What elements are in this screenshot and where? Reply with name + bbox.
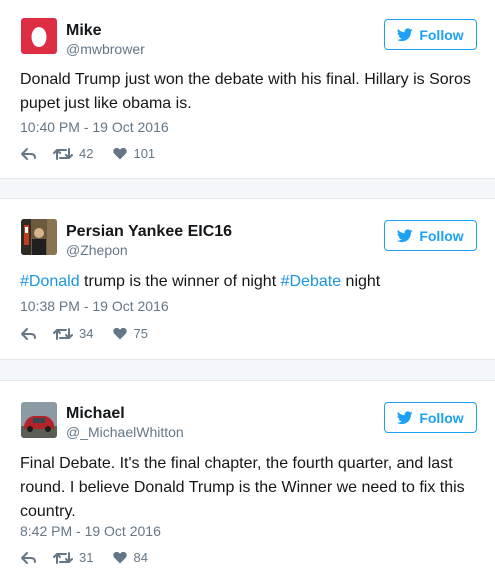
follow-label: Follow	[419, 227, 464, 244]
hashtag-link[interactable]: #Debate	[281, 273, 342, 290]
avatar[interactable]	[21, 219, 57, 255]
twitter-bird-icon	[397, 410, 414, 424]
timestamp[interactable]: 10:38 PM - 19 Oct 2016	[20, 298, 169, 314]
reply-icon	[21, 551, 36, 564]
reply-button[interactable]	[20, 327, 37, 341]
username[interactable]: @Zhepon	[66, 242, 128, 258]
like-count: 101	[133, 146, 156, 161]
photo-avatar-icon	[21, 219, 57, 255]
display-name[interactable]: Mike	[66, 22, 102, 40]
twitter-bird-icon	[397, 27, 414, 41]
reply-button[interactable]	[20, 551, 37, 565]
car-photo-avatar-icon	[21, 402, 57, 438]
tweet-actions: 34 75	[20, 326, 148, 341]
like-count: 75	[133, 326, 148, 341]
retweet-icon	[53, 327, 73, 340]
timestamp[interactable]: 10:40 PM - 19 Oct 2016	[20, 119, 169, 135]
heart-icon	[113, 551, 128, 564]
follow-label: Follow	[419, 409, 464, 426]
follow-button[interactable]: Follow	[384, 220, 477, 251]
tweet-text: Donald Trump just won the debate with hi…	[20, 68, 480, 116]
username[interactable]: @mwbrower	[66, 41, 145, 57]
retweet-count: 31	[79, 550, 94, 565]
tweet-text-part: trump is the winner of night	[79, 273, 281, 290]
avatar[interactable]	[21, 18, 57, 54]
retweet-count: 42	[79, 146, 94, 161]
tweet-text-part: Donald Trump just won the debate with hi…	[20, 71, 471, 112]
tweet-card: Mike @mwbrower Follow Donald Trump just …	[0, 0, 495, 179]
tweet-text: #Donald trump is the winner of night #De…	[20, 270, 480, 294]
timestamp[interactable]: 8:42 PM - 19 Oct 2016	[20, 523, 161, 539]
tweet-actions: 42 101	[20, 146, 155, 161]
retweet-button[interactable]: 31	[53, 550, 93, 565]
username[interactable]: @_MichaelWhitton	[66, 424, 184, 440]
like-count: 84	[133, 550, 148, 565]
tweet-text-part: Final Debate. It's the final chapter, th…	[20, 455, 465, 520]
follow-button[interactable]: Follow	[384, 402, 477, 433]
follow-button[interactable]: Follow	[384, 19, 477, 50]
tweet-text-part: night	[341, 273, 381, 290]
tweet-text: Final Debate. It's the final chapter, th…	[20, 452, 480, 524]
tweet-card: Persian Yankee EIC16 @Zhepon Follow #Don…	[0, 198, 495, 360]
twitter-bird-icon	[397, 228, 414, 242]
display-name[interactable]: Michael	[66, 405, 125, 423]
egg-avatar-icon	[21, 18, 57, 54]
avatar[interactable]	[21, 402, 57, 438]
retweet-count: 34	[79, 326, 94, 341]
hashtag-link[interactable]: #Donald	[20, 273, 80, 290]
tweet-card: Michael @_MichaelWhitton Follow Final De…	[0, 380, 495, 569]
heart-icon	[113, 327, 128, 340]
retweet-button[interactable]: 34	[53, 326, 93, 341]
like-button[interactable]: 101	[113, 146, 155, 161]
retweet-icon	[53, 147, 73, 160]
like-button[interactable]: 75	[113, 326, 148, 341]
follow-label: Follow	[419, 26, 464, 43]
reply-icon	[21, 147, 36, 160]
like-button[interactable]: 84	[113, 550, 148, 565]
tweet-actions: 31 84	[20, 550, 148, 565]
display-name[interactable]: Persian Yankee EIC16	[66, 223, 232, 241]
reply-icon	[21, 327, 36, 340]
retweet-button[interactable]: 42	[53, 146, 93, 161]
retweet-icon	[53, 551, 73, 564]
heart-icon	[113, 147, 128, 160]
reply-button[interactable]	[20, 147, 37, 161]
